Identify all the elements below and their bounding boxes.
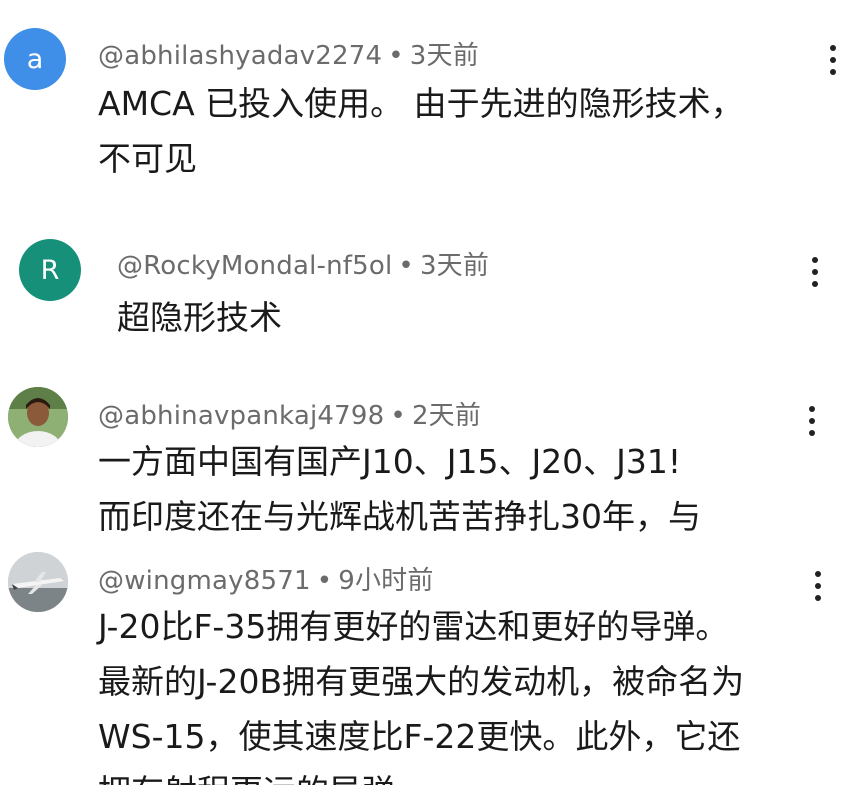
comment-author[interactable]: @RockyMondal-nf5ol <box>117 251 392 281</box>
avatar-letter: R <box>40 254 60 286</box>
comment-line: 而印度还在与光辉战机苦苦挣扎30年，与 <box>98 497 701 536</box>
comment-text: 一方面中国有国产J10、J15、J20、J31! 而印度还在与光辉战机苦苦挣扎3… <box>98 434 701 544</box>
comment-line: J-20比F-35拥有更好的雷达和更好的导弹。 <box>98 607 729 646</box>
avatar[interactable]: a <box>4 28 66 90</box>
comment-meta: @wingmay8571 • 9小时前 <box>98 560 434 597</box>
more-options-icon[interactable] <box>818 40 848 80</box>
more-options-icon[interactable] <box>803 566 833 606</box>
comment-line: WS-15，使其速度比F-22更快。此外，它还 <box>98 717 741 756</box>
avatar[interactable]: R <box>19 239 81 301</box>
comment-author[interactable]: @wingmay8571 <box>98 566 311 596</box>
comments-list: a @abhilashyadav2274 • 3天前 AMCA 已投入使用。 由于先… <box>0 0 866 785</box>
meta-separator: • <box>316 566 333 596</box>
comment-line: 一方面中国有国产J10、J15、J20、J31! <box>98 442 682 481</box>
comment-time[interactable]: 9小时前 <box>338 566 433 596</box>
comment-time[interactable]: 3天前 <box>410 41 479 71</box>
comment-time[interactable]: 2天前 <box>412 401 481 431</box>
airplane-photo-icon <box>8 552 68 612</box>
user-photo-icon <box>8 387 68 447</box>
comment-item: a @abhilashyadav2274 • 3天前 AMCA 已投入使用。 由于先… <box>0 0 866 220</box>
meta-separator: • <box>388 41 404 71</box>
avatar[interactable] <box>8 552 68 612</box>
comment-line: 最新的J-20B拥有更强大的发动机，被命名为 <box>98 662 745 701</box>
comment-meta: @abhilashyadav2274 • 3天前 <box>98 35 479 72</box>
meta-separator: • <box>398 251 414 281</box>
comment-author[interactable]: @abhinavpankaj4798 <box>98 401 384 431</box>
comment-meta: @RockyMondal-nf5ol • 3天前 <box>117 245 489 282</box>
comment-line: AMCA 已投入使用。 由于先进的隐形技术， <box>98 84 744 123</box>
comment-line: 拥有射程更远的导弹。 <box>98 764 744 785</box>
avatar-letter: a <box>26 43 44 75</box>
comment-meta: @abhinavpankaj4798 • 2天前 <box>98 395 481 432</box>
more-options-icon[interactable] <box>800 252 830 292</box>
comment-text: AMCA 已投入使用。 由于先进的隐形技术， 不可见 <box>98 76 744 186</box>
comment-time[interactable]: 3天前 <box>420 251 489 281</box>
comment-line: 不可见 <box>98 139 197 178</box>
comment-item: R @RockyMondal-nf5ol • 3天前 超隐形技术 <box>0 225 866 365</box>
comment-line: 超隐形技术 <box>117 298 282 337</box>
more-options-icon[interactable] <box>797 401 827 441</box>
meta-separator: • <box>390 401 406 431</box>
comment-text: 超隐形技术 <box>117 290 282 345</box>
comment-text: J-20比F-35拥有更好的雷达和更好的导弹。 最新的J-20B拥有更强大的发动… <box>98 599 744 785</box>
avatar[interactable] <box>8 387 68 447</box>
comment-author[interactable]: @abhilashyadav2274 <box>98 41 382 71</box>
comment-item: @wingmay8571 • 9小时前 J-20比F-35拥有更好的雷达和更好的导弹… <box>0 548 866 785</box>
comment-item: @abhinavpankaj4798 • 2天前 一方面中国有国产J10、J15、J… <box>0 375 866 545</box>
